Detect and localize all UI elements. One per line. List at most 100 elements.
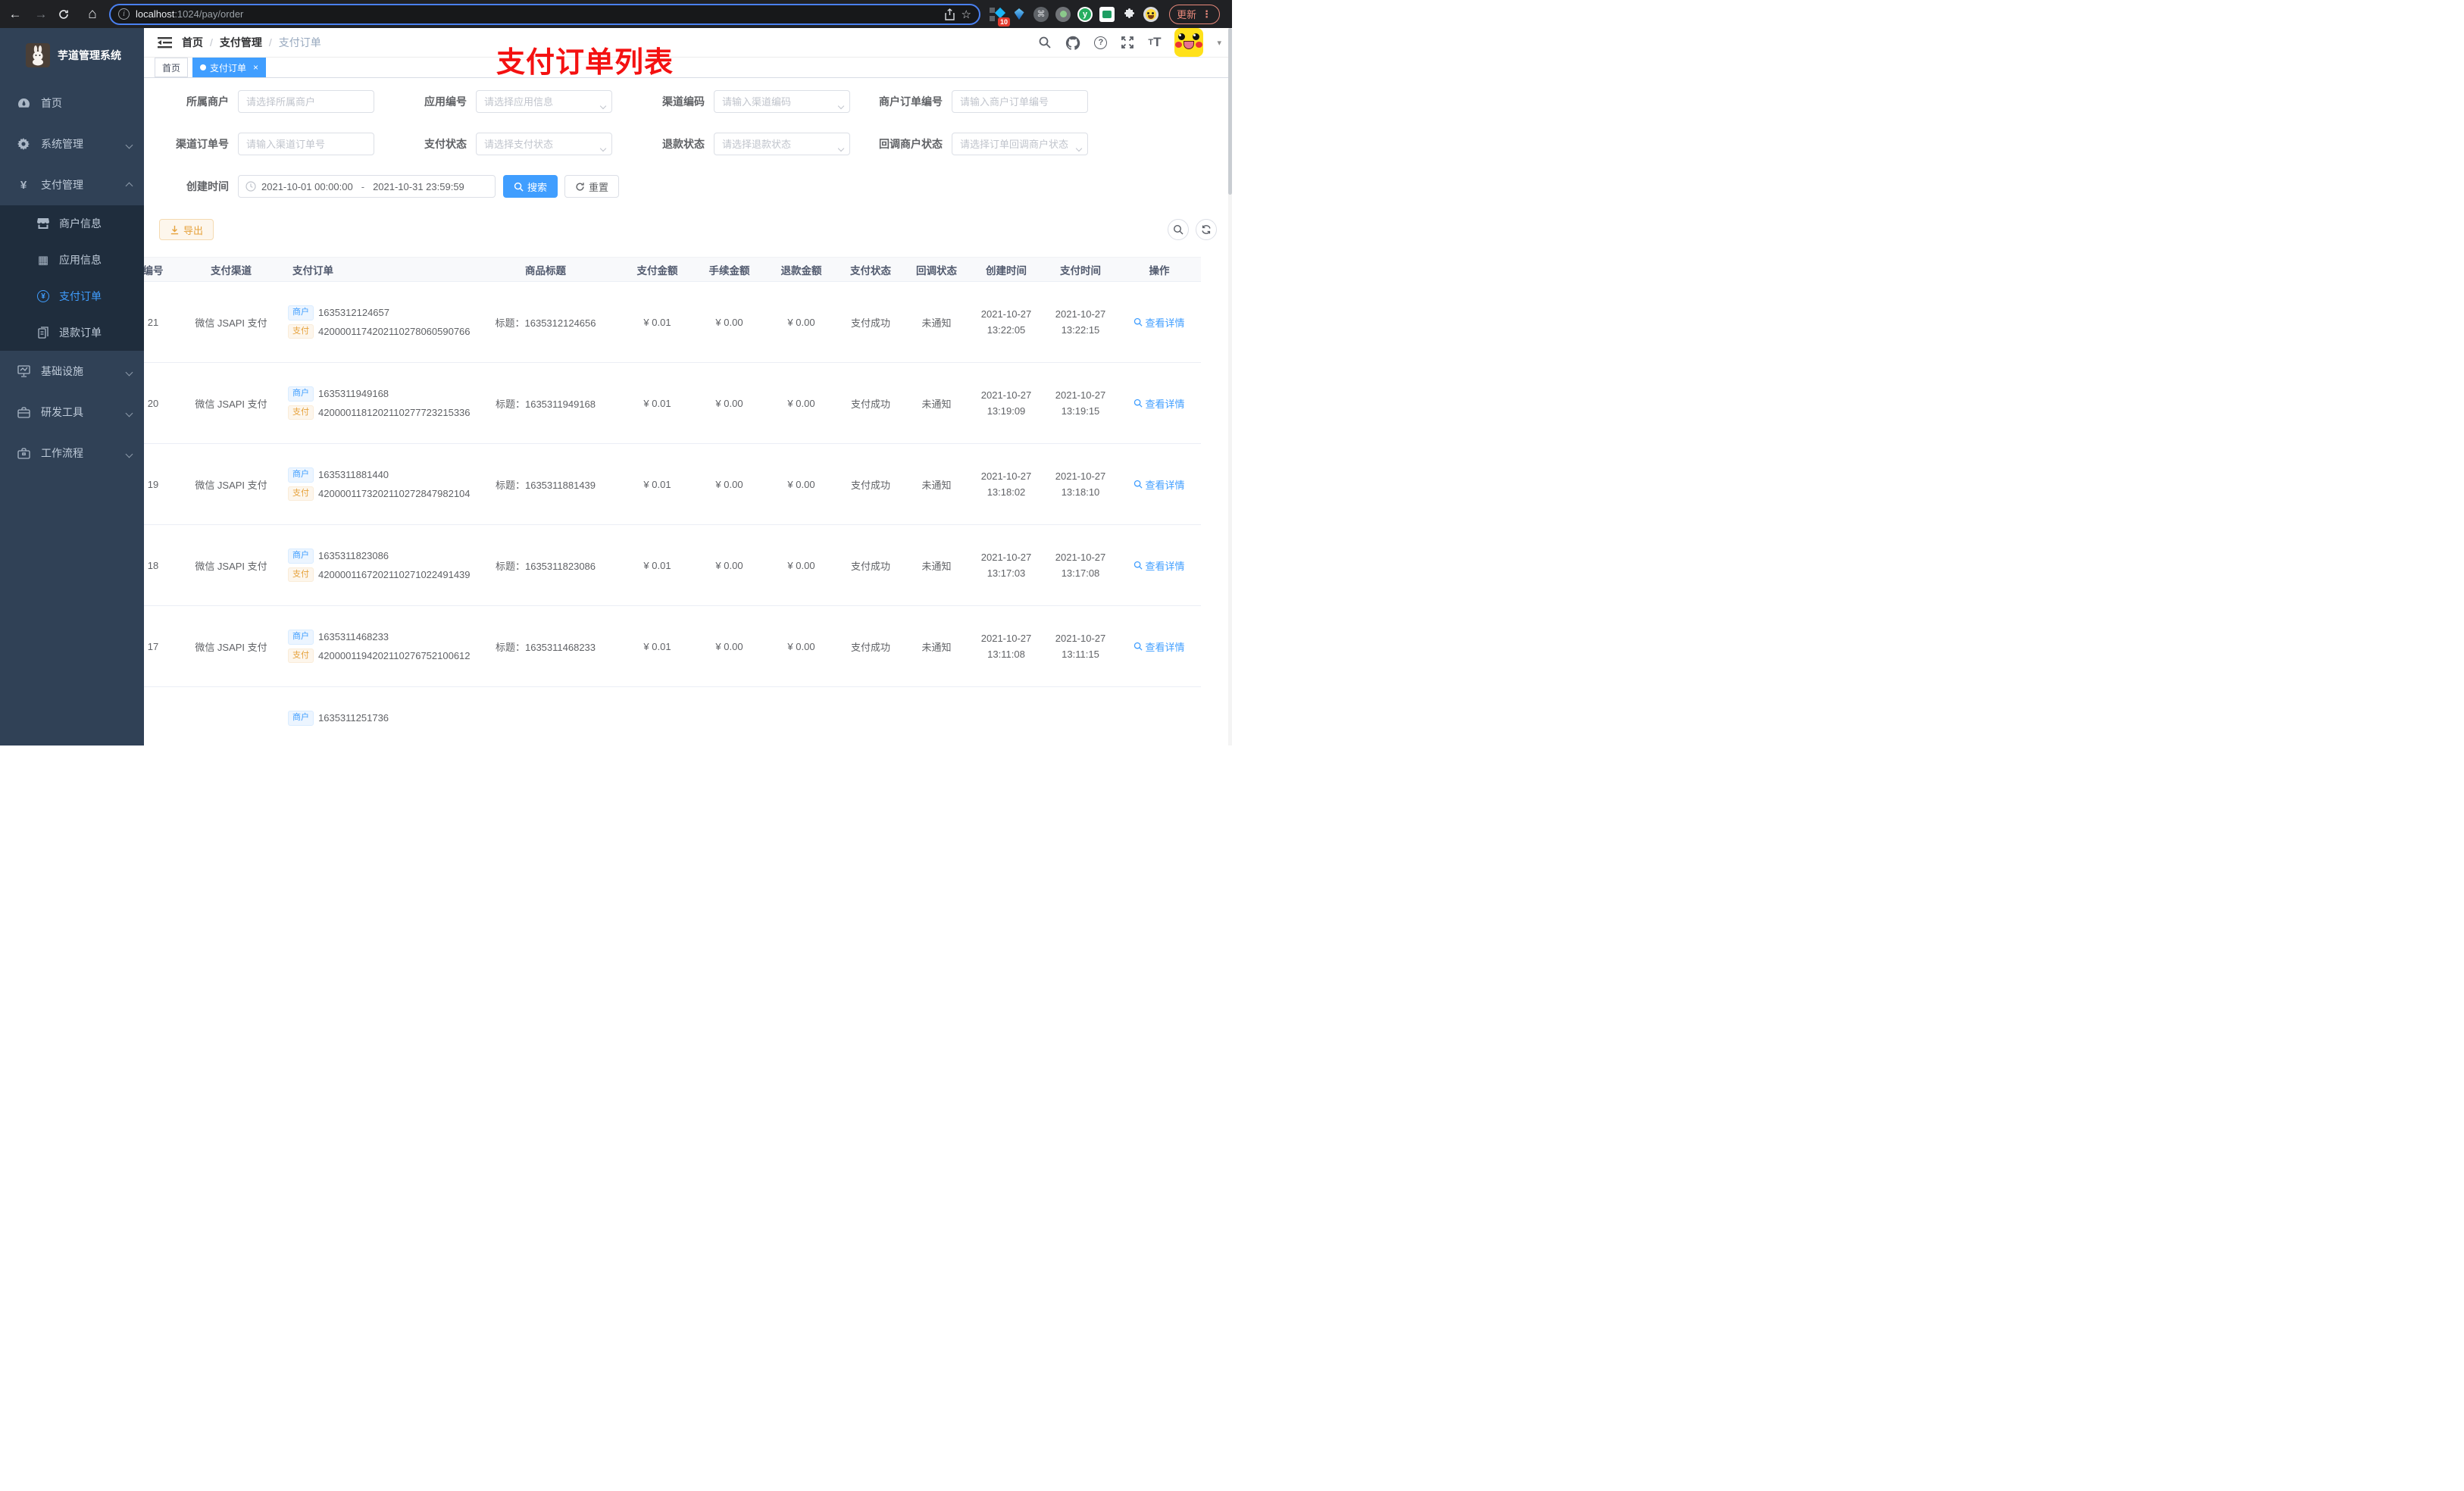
font-size-icon[interactable]: TT <box>1148 35 1161 50</box>
pay-status-select[interactable] <box>476 133 612 155</box>
table-row: 商户 1635311251736 支付 查看详情 <box>144 686 1201 746</box>
cell-amount: ¥ 0.01 <box>621 281 693 363</box>
collapse-sidebar-icon[interactable] <box>158 36 173 48</box>
refund-status-select[interactable] <box>714 133 850 155</box>
channel-order-no-input[interactable] <box>238 133 374 155</box>
table-toolbar: 导出 <box>144 217 1232 240</box>
breadcrumb: 首页 / 支付管理 / 支付订单 <box>182 35 321 50</box>
breadcrumb-pay-manage[interactable]: 支付管理 <box>220 35 262 50</box>
browser-update-button[interactable]: 更新 ⋮ <box>1169 4 1221 24</box>
export-button[interactable]: 导出 <box>159 219 214 240</box>
url-bar[interactable]: i localhost:1024/pay/order ☆ <box>109 3 980 25</box>
extension-y-icon[interactable]: y <box>1077 6 1093 22</box>
back-icon[interactable]: ← <box>6 8 24 20</box>
chevron-down-icon <box>837 98 845 111</box>
search-icon[interactable] <box>1038 36 1052 49</box>
cell-create-time <box>969 686 1043 746</box>
col-create-time: 创建时间 <box>969 257 1043 282</box>
table-row: 19 微信 JSAPI 支付 商户 1635311881440 支付 42000… <box>144 443 1201 525</box>
cell-id <box>144 686 174 746</box>
share-icon[interactable] <box>944 8 955 20</box>
channel-code-select[interactable] <box>714 90 850 113</box>
avatar-caret-icon[interactable]: ▾ <box>1217 38 1221 48</box>
refresh-button[interactable] <box>1196 219 1217 240</box>
view-detail-label: 查看详情 <box>1145 479 1185 491</box>
filter-label: 退款状态 <box>662 138 705 150</box>
sidebar-item-system[interactable]: 系统管理 <box>0 123 144 164</box>
sidebar-item-infrastructure[interactable]: 基础设施 <box>0 351 144 392</box>
app-select[interactable] <box>476 90 612 113</box>
view-detail-link[interactable]: 查看详情 <box>1134 477 1185 492</box>
sidebar-item-workflow[interactable]: 工作流程 <box>0 433 144 474</box>
pay-order-no: 4200001181202110277723215336 <box>318 406 471 418</box>
search-button[interactable]: 搜索 <box>503 175 558 198</box>
browser-menu-icon[interactable]: ⋮ <box>1202 8 1212 20</box>
merchant-input[interactable] <box>238 90 374 113</box>
active-dot <box>200 64 207 70</box>
github-icon[interactable] <box>1065 36 1080 50</box>
filter-label: 商户订单编号 <box>879 95 943 108</box>
app-logo[interactable]: 芋道管理系统 <box>0 28 144 83</box>
sidebar-item-refund-order[interactable]: 退款订单 <box>0 314 144 351</box>
extension-diamond-icon[interactable]: 10 <box>990 7 1010 27</box>
sidebar-item-payment[interactable]: ¥ 支付管理 <box>0 164 144 205</box>
view-detail-link[interactable]: 查看详情 <box>1134 315 1185 330</box>
cell-pay-time <box>1043 686 1118 746</box>
pay-order-no: 4200001194202110276752100612 <box>318 649 471 661</box>
extension-chat-icon[interactable] <box>1099 6 1115 22</box>
chevron-down-icon <box>125 365 133 377</box>
filter-form: 所属商户 应用编号 渠道编码 商户订单编号 <box>144 78 1232 198</box>
cell-refund <box>765 686 837 746</box>
user-avatar[interactable] <box>1174 28 1204 57</box>
scrollbar-thumb[interactable] <box>1228 28 1232 195</box>
merchant-order-no: 1635311468233 <box>318 631 389 643</box>
cell-id: 18 <box>144 524 174 606</box>
col-pay-time: 支付时间 <box>1043 257 1118 282</box>
table-row: 21 微信 JSAPI 支付 商户 1635312124657 支付 42000… <box>144 281 1201 363</box>
view-detail-label: 查看详情 <box>1145 641 1185 653</box>
view-detail-link[interactable]: 查看详情 <box>1134 396 1185 411</box>
reset-button[interactable]: 重置 <box>564 175 620 198</box>
breadcrumb-home[interactable]: 首页 <box>182 35 203 50</box>
cell-channel: 微信 JSAPI 支付 <box>174 281 288 363</box>
view-detail-link[interactable]: 查看详情 <box>1134 558 1185 573</box>
view-detail-link[interactable]: 查看详情 <box>1134 639 1185 654</box>
bookmark-star-icon[interactable]: ☆ <box>962 8 971 21</box>
sidebar-item-app-info[interactable]: ▦ 应用信息 <box>0 242 144 278</box>
top-header: 首页 / 支付管理 / 支付订单 ? TT ▾ <box>144 28 1232 58</box>
home-icon[interactable]: ⌂ <box>83 7 102 21</box>
pay-tag: 支付 <box>288 486 314 501</box>
close-icon[interactable]: × <box>253 62 258 73</box>
sidebar-item-label: 研发工具 <box>41 406 83 418</box>
chevron-down-icon <box>837 141 845 153</box>
sidebar-item-pay-order[interactable]: ¥ 支付订单 <box>0 278 144 314</box>
cell-refund: ¥ 0.00 <box>765 443 837 525</box>
extension-balloon-icon[interactable] <box>1012 7 1027 22</box>
cell-pay-status: 支付成功 <box>837 362 904 444</box>
sidebar-item-merchant-info[interactable]: 商户信息 <box>0 205 144 242</box>
site-info-icon[interactable]: i <box>118 8 130 20</box>
extension-emoji-icon[interactable] <box>1143 6 1159 22</box>
create-time-range-picker[interactable]: 2021-10-01 00:00:00 - 2021-10-31 23:59:5… <box>238 175 496 198</box>
sidebar-item-dev-tools[interactable]: 研发工具 <box>0 392 144 433</box>
page-scrollbar[interactable] <box>1228 28 1232 746</box>
toggle-search-button[interactable] <box>1168 219 1189 240</box>
extension-record-icon[interactable] <box>1055 6 1071 22</box>
col-actions: 操作 <box>1118 257 1201 282</box>
sidebar-item-label: 支付管理 <box>41 179 83 191</box>
extensions-puzzle-icon[interactable] <box>1121 7 1137 22</box>
merchant-order-no-input[interactable] <box>952 90 1088 113</box>
extension-command-icon[interactable]: ⌘ <box>1033 6 1049 22</box>
sidebar-item-home[interactable]: 首页 <box>0 83 144 123</box>
cell-amount <box>621 686 693 746</box>
reload-icon[interactable] <box>58 8 76 20</box>
forward-icon[interactable]: → <box>32 8 50 20</box>
cell-channel: 微信 JSAPI 支付 <box>174 443 288 525</box>
notify-status-select[interactable] <box>952 133 1088 155</box>
chevron-down-icon <box>125 447 133 459</box>
help-icon[interactable]: ? <box>1094 36 1108 49</box>
tab-pay-order[interactable]: 支付订单 × <box>192 58 267 77</box>
logo-rabbit-icon <box>26 43 50 67</box>
fullscreen-icon[interactable] <box>1121 36 1134 49</box>
tab-home[interactable]: 首页 <box>155 58 189 77</box>
